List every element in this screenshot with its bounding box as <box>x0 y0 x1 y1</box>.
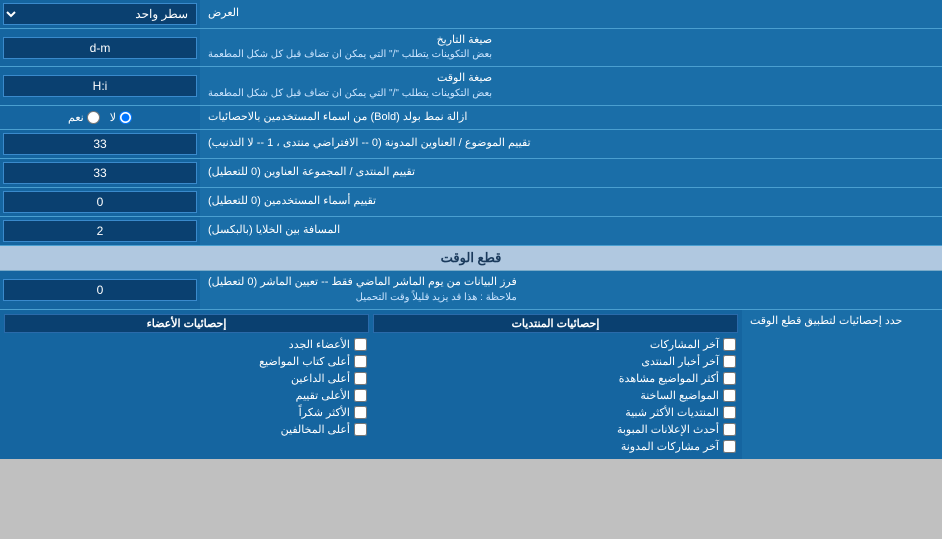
space-between-row: المسافة بين الخلايا (بالبكسل) <box>0 217 942 246</box>
forum-order-row: تقييم المنتدى / المجموعة العناوين (0 للت… <box>0 159 942 188</box>
stats-content-area: إحصائيات المنتديات آخر المشاركات آخر أخب… <box>0 310 742 459</box>
time-format-input-wrapper <box>0 67 200 104</box>
main-container: العرض سطر واحد سطران ثلاثة أسطر صيغة الت… <box>0 0 942 459</box>
bold-remove-label: ازالة نمط بولد (Bold) من اسماء المستخدمي… <box>200 106 942 129</box>
stat-item-4: المنتديات الأكثر شبية <box>373 404 738 421</box>
stats-columns-wrapper: إحصائيات المنتديات آخر المشاركات آخر أخب… <box>4 314 738 455</box>
stat-item-3: المواضيع الساخنة <box>373 387 738 404</box>
days-filter-input[interactable] <box>3 279 197 301</box>
time-format-row: صيغة الوقت بعض التكوينات يتطلب "/" التي … <box>0 67 942 105</box>
users-order-input-wrapper <box>0 188 200 216</box>
stats-main-label: حدد إحصائيات لتطبيق قطع الوقت <box>742 310 942 459</box>
stat-item-5: أحدث الإعلانات المبوبة <box>373 421 738 438</box>
date-format-input-wrapper <box>0 29 200 66</box>
stat-item-6: آخر مشاركات المدونة <box>373 438 738 455</box>
stat-member-item-2: أعلى الداعين <box>4 370 369 387</box>
stats-section: حدد إحصائيات لتطبيق قطع الوقت إحصائيات ا… <box>0 310 942 459</box>
bold-remove-radio-group: نعم لا <box>0 106 200 129</box>
days-filter-row: فرز البيانات من يوم الماشر الماضي فقط --… <box>0 271 942 309</box>
days-filter-input-wrapper <box>0 271 200 308</box>
stats-col-members-title: إحصائيات الأعضاء <box>4 314 369 333</box>
stat-checkbox-0[interactable] <box>723 338 736 351</box>
stat-checkbox-2[interactable] <box>723 372 736 385</box>
stat-member-checkbox-5[interactable] <box>354 423 367 436</box>
stats-col-forums-title: إحصائيات المنتديات <box>373 314 738 333</box>
stat-checkbox-4[interactable] <box>723 406 736 419</box>
display-mode-select[interactable]: سطر واحد سطران ثلاثة أسطر <box>3 3 197 25</box>
stat-member-checkbox-1[interactable] <box>354 355 367 368</box>
space-between-input-wrapper <box>0 217 200 245</box>
users-order-input[interactable] <box>3 191 197 213</box>
time-format-label: صيغة الوقت بعض التكوينات يتطلب "/" التي … <box>200 67 942 104</box>
radio-no[interactable] <box>119 111 132 124</box>
users-order-label: تقييم أسماء المستخدمين (0 للتعطيل) <box>200 188 942 216</box>
radio-yes[interactable] <box>87 111 100 124</box>
stat-checkbox-6[interactable] <box>723 440 736 453</box>
date-format-input[interactable] <box>3 37 197 59</box>
display-mode-input[interactable]: سطر واحد سطران ثلاثة أسطر <box>0 0 200 28</box>
stat-checkbox-1[interactable] <box>723 355 736 368</box>
topics-order-input-wrapper <box>0 130 200 158</box>
stat-item-2: أكثر المواضيع مشاهدة <box>373 370 738 387</box>
forum-order-input[interactable] <box>3 162 197 184</box>
stats-col-forums: إحصائيات المنتديات آخر المشاركات آخر أخب… <box>373 314 738 455</box>
stat-member-checkbox-4[interactable] <box>354 406 367 419</box>
stats-col-members: إحصائيات الأعضاء الأعضاء الجدد أعلى كتاب… <box>4 314 369 455</box>
display-mode-row: العرض سطر واحد سطران ثلاثة أسطر <box>0 0 942 29</box>
stat-member-item-3: الأعلى تقييم <box>4 387 369 404</box>
stat-member-item-4: الأكثر شكراً <box>4 404 369 421</box>
stat-checkbox-3[interactable] <box>723 389 736 402</box>
radio-yes-label[interactable]: نعم <box>68 111 100 124</box>
stat-member-checkbox-2[interactable] <box>354 372 367 385</box>
stat-item-0: آخر المشاركات <box>373 336 738 353</box>
stat-item-1: آخر أخبار المنتدى <box>373 353 738 370</box>
topics-order-label: تقييم الموضوع / العناوين المدونة (0 -- ا… <box>200 130 942 158</box>
topics-order-input[interactable] <box>3 133 197 155</box>
topics-order-row: تقييم الموضوع / العناوين المدونة (0 -- ا… <box>0 130 942 159</box>
time-format-input[interactable] <box>3 75 197 97</box>
days-filter-label: فرز البيانات من يوم الماشر الماضي فقط --… <box>200 271 942 308</box>
space-between-input[interactable] <box>3 220 197 242</box>
forum-order-input-wrapper <box>0 159 200 187</box>
forum-order-label: تقييم المنتدى / المجموعة العناوين (0 للت… <box>200 159 942 187</box>
date-format-row: صيغة التاريخ بعض التكوينات يتطلب "/" الت… <box>0 29 942 67</box>
bold-remove-row: ازالة نمط بولد (Bold) من اسماء المستخدمي… <box>0 106 942 130</box>
stat-member-item-1: أعلى كتاب المواضيع <box>4 353 369 370</box>
radio-no-label[interactable]: لا <box>110 111 132 124</box>
users-order-row: تقييم أسماء المستخدمين (0 للتعطيل) <box>0 188 942 217</box>
date-format-label: صيغة التاريخ بعض التكوينات يتطلب "/" الت… <box>200 29 942 66</box>
stat-member-checkbox-3[interactable] <box>354 389 367 402</box>
stat-member-item-5: أعلى المخالفين <box>4 421 369 438</box>
display-mode-label: العرض <box>200 0 942 28</box>
stat-checkbox-5[interactable] <box>723 423 736 436</box>
realtime-section-header: قطع الوقت <box>0 246 942 271</box>
space-between-label: المسافة بين الخلايا (بالبكسل) <box>200 217 942 245</box>
stat-member-item-0: الأعضاء الجدد <box>4 336 369 353</box>
stat-member-checkbox-0[interactable] <box>354 338 367 351</box>
